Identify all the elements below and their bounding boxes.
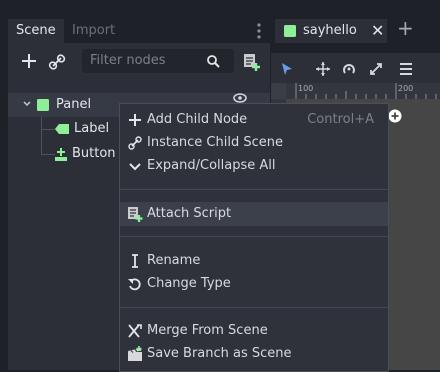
menu-item-merge-from-scene[interactable]: Merge From Scene	[120, 319, 388, 343]
label-node-icon	[54, 123, 70, 135]
tab-scene[interactable]: Scene	[8, 19, 64, 43]
tree-label-label: Label	[74, 121, 110, 136]
filter-nodes-input[interactable]: Filter nodes	[82, 49, 234, 73]
menu-item-rename[interactable]: Rename	[120, 249, 388, 273]
rotate-icon	[127, 276, 143, 292]
kebab-menu-icon[interactable]	[252, 21, 266, 41]
rotate-tool-icon[interactable]	[341, 61, 357, 77]
ruler-tick-label: 100	[298, 84, 314, 93]
menu-item-add-child-node[interactable]: Add Child Node Control+A	[120, 108, 388, 132]
list-select-icon[interactable]	[398, 61, 414, 77]
menu-separator	[120, 236, 388, 237]
plus-icon	[127, 112, 143, 128]
scale-tool-icon[interactable]	[368, 61, 384, 77]
menu-item-save-branch-as-scene[interactable]: Save Branch as Scene	[120, 342, 388, 366]
menu-item-label: Expand/Collapse All	[147, 158, 276, 173]
tree-label-panel: Panel	[56, 97, 92, 112]
menu-item-label: Instance Child Scene	[147, 135, 283, 150]
scene-tab-label: sayhello	[303, 23, 357, 38]
instance-scene-button[interactable]	[46, 51, 68, 73]
canvas-toolbar	[271, 53, 440, 83]
collapse-arrow-icon[interactable]	[22, 99, 32, 109]
scene-tab-icon	[283, 24, 297, 38]
menu-item-expand-collapse-all[interactable]: Expand/Collapse All	[120, 154, 388, 178]
menu-separator	[120, 307, 388, 308]
add-circle-icon	[388, 109, 402, 123]
menu-item-label: Change Type	[147, 276, 231, 291]
menu-separator	[120, 189, 388, 190]
menu-item-label: Add Child Node	[147, 112, 248, 127]
new-scene-tab-button[interactable]: +	[397, 16, 414, 40]
tab-import[interactable]: Import	[64, 19, 123, 43]
menu-item-instance-child-scene[interactable]: Instance Child Scene	[120, 131, 388, 155]
menu-item-change-type[interactable]: Change Type	[120, 272, 388, 296]
filter-placeholder: Filter nodes	[90, 53, 166, 68]
attach-script-button[interactable]	[240, 50, 262, 72]
link-icon	[127, 135, 143, 151]
ruler-tick-label: 200	[398, 84, 414, 93]
script-add-icon	[127, 206, 143, 222]
panel-node-icon	[36, 98, 50, 112]
close-icon[interactable]: ✕	[371, 19, 384, 43]
menu-item-shortcut: Control+A	[307, 112, 374, 127]
select-tool-icon[interactable]	[279, 61, 295, 77]
text-cursor-icon	[127, 253, 143, 269]
add-node-button[interactable]	[18, 49, 40, 73]
context-menu: Add Child Node Control+A Instance Child …	[119, 103, 389, 372]
button-node-icon	[54, 146, 68, 162]
merge-icon	[127, 323, 143, 339]
search-icon	[206, 54, 220, 68]
menu-item-label: Rename	[147, 253, 201, 268]
ruler-corner	[271, 83, 286, 99]
horizontal-ruler: 100 200	[286, 83, 440, 99]
move-tool-icon[interactable]	[315, 61, 331, 77]
tree-label-button: Button	[72, 146, 116, 161]
menu-item-label: Save Branch as Scene	[147, 346, 292, 361]
chevron-down-icon	[127, 158, 143, 174]
clapperboard-icon	[127, 346, 143, 362]
scene-tab[interactable]: sayhello ✕	[275, 19, 387, 43]
scene-toolbar: Filter nodes	[8, 43, 270, 81]
menu-item-attach-script[interactable]: Attach Script	[120, 202, 388, 226]
menu-item-label: Merge From Scene	[147, 323, 268, 338]
menu-item-label: Attach Script	[147, 206, 232, 221]
dock-tab-bar: Scene Import	[8, 13, 270, 43]
